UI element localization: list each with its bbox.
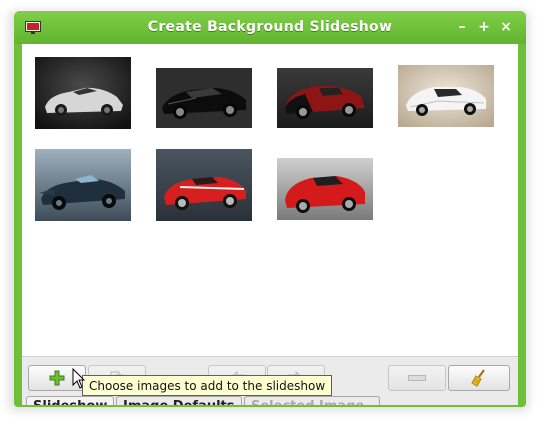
car-image-4[interactable] (398, 65, 494, 127)
car-image-1[interactable] (35, 57, 131, 129)
window-content: Slideshow Image Defaults Selected Image (22, 44, 518, 405)
car-image-6[interactable] (156, 149, 252, 221)
mouse-pointer-icon (72, 368, 86, 389)
maximize-button[interactable]: + (476, 18, 492, 36)
car-image-2[interactable] (156, 68, 252, 128)
close-button[interactable]: × (498, 18, 514, 36)
tab-selected-image[interactable]: Selected Image (244, 396, 380, 405)
tab-image-defaults[interactable]: Image Defaults (116, 396, 242, 405)
car-image-7[interactable] (277, 158, 373, 220)
clear-button[interactable] (448, 365, 510, 391)
broom-icon (471, 369, 485, 387)
car-image-3[interactable] (277, 68, 373, 128)
image-grid (22, 44, 518, 356)
minus-icon (408, 375, 426, 381)
plus-icon (49, 370, 65, 386)
tab-slideshow[interactable]: Slideshow (26, 396, 114, 405)
car-image-5[interactable] (35, 149, 131, 221)
title-bar[interactable]: Create Background Slideshow – + × (14, 11, 526, 44)
window-title: Create Background Slideshow (147, 19, 393, 35)
app-window: Create Background Slideshow – + × (14, 11, 526, 407)
minimize-button[interactable]: – (454, 18, 470, 36)
remove-button[interactable] (388, 365, 446, 391)
add-images-tooltip: Choose images to add to the slideshow (82, 375, 333, 396)
